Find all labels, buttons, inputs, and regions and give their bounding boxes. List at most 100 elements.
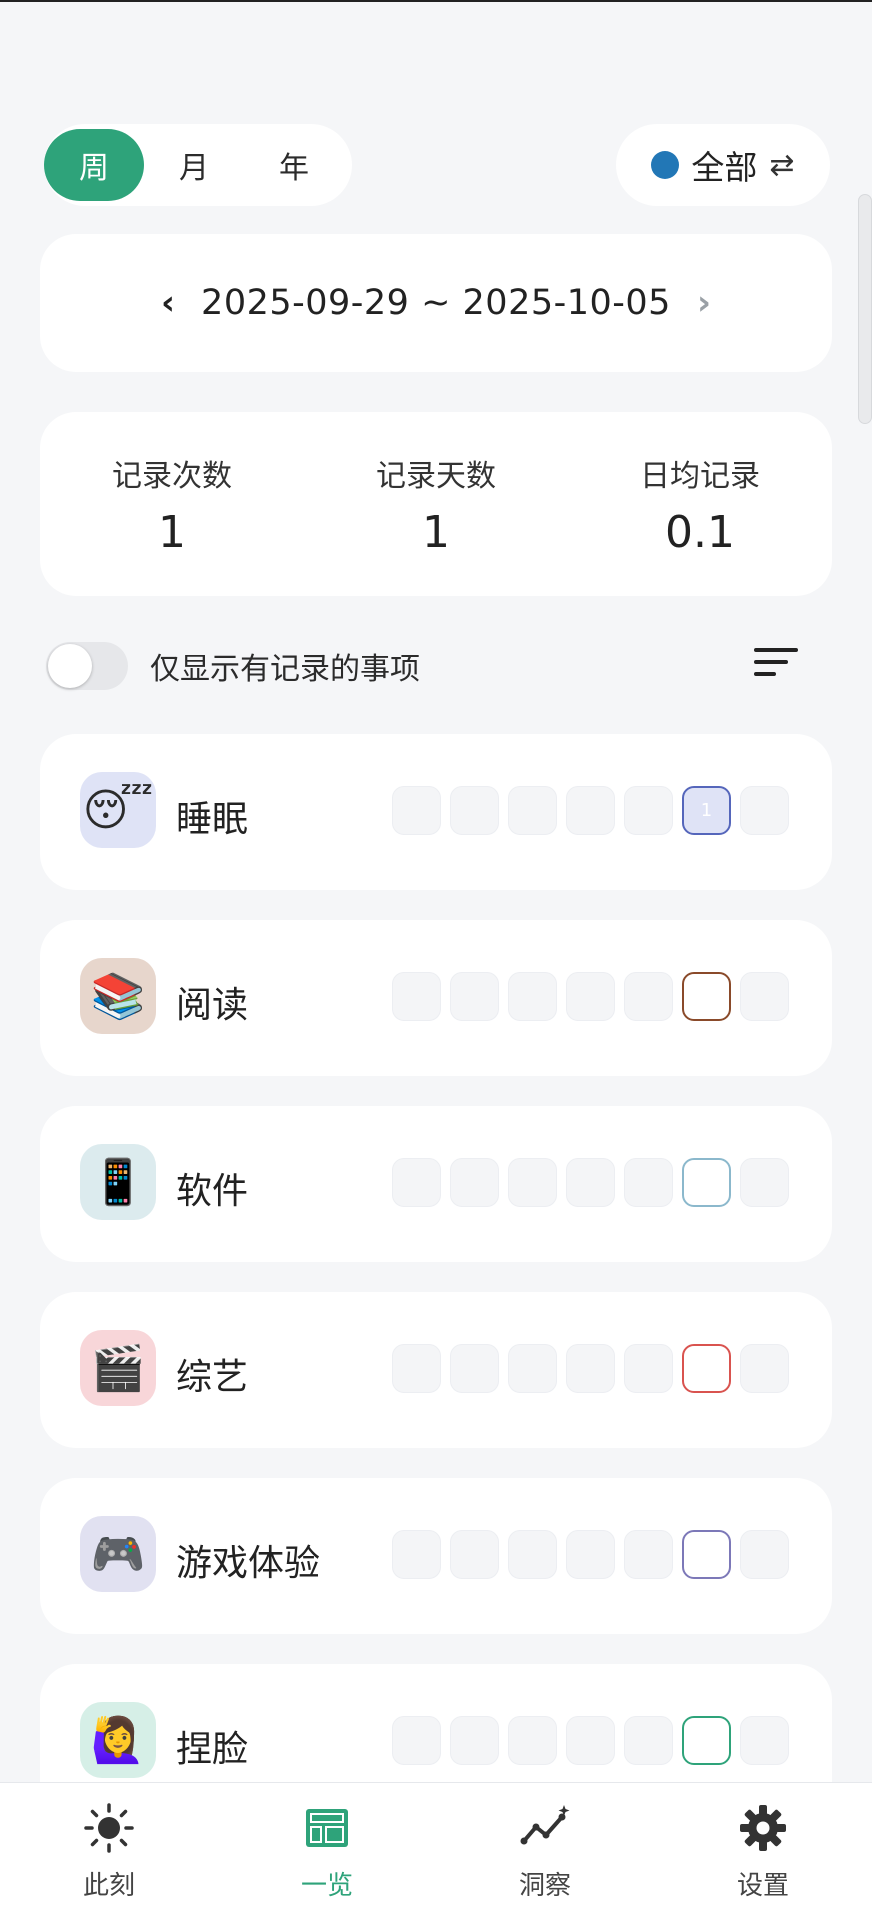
day-cell[interactable] bbox=[682, 1344, 731, 1393]
item-name: 阅读 bbox=[176, 985, 249, 1026]
day-cell[interactable] bbox=[508, 1158, 557, 1207]
item-emoji-icon: 🎮 bbox=[80, 1516, 156, 1592]
nav-now[interactable]: 此刻 bbox=[29, 1801, 189, 1902]
period-week[interactable]: 周 bbox=[44, 129, 144, 201]
day-cell[interactable] bbox=[508, 1344, 557, 1393]
stat-label: 日均记录 bbox=[640, 458, 760, 494]
gear-icon bbox=[740, 1805, 786, 1851]
item-name: 综艺 bbox=[176, 1357, 249, 1398]
day-cell[interactable] bbox=[508, 972, 557, 1021]
day-cell[interactable] bbox=[740, 1716, 789, 1765]
filter-color-dot bbox=[651, 151, 680, 179]
item-row[interactable]: 📱 软件 bbox=[40, 1106, 832, 1262]
sort-icon[interactable] bbox=[754, 648, 798, 682]
day-cell[interactable] bbox=[392, 1530, 441, 1579]
day-cell[interactable] bbox=[740, 786, 789, 835]
day-cell[interactable] bbox=[740, 1158, 789, 1207]
day-cell[interactable] bbox=[682, 972, 731, 1021]
day-cell[interactable] bbox=[624, 1344, 673, 1393]
day-cell[interactable]: 1 bbox=[682, 786, 731, 835]
day-cell[interactable] bbox=[392, 1716, 441, 1765]
stat-daily-average: 日均记录 0.1 bbox=[590, 451, 810, 558]
day-cell[interactable] bbox=[566, 1158, 615, 1207]
item-list: 😴 睡眠 1 📚 阅读 📱 软件 🎬 综艺 🎮 游戏体验 🙋‍♀️ 捏脸 bbox=[40, 734, 832, 1850]
item-emoji-icon: 📱 bbox=[80, 1144, 156, 1220]
stat-record-days: 记录天数 1 bbox=[326, 451, 546, 558]
stat-value: 1 bbox=[158, 506, 186, 558]
day-cell[interactable] bbox=[566, 972, 615, 1021]
item-emoji-icon: 🎬 bbox=[80, 1330, 156, 1406]
stat-record-count: 记录次数 1 bbox=[62, 451, 282, 558]
day-cell[interactable] bbox=[624, 1716, 673, 1765]
day-cell[interactable] bbox=[392, 1344, 441, 1393]
item-emoji-icon: 📚 bbox=[80, 958, 156, 1034]
toggle-label: 仅显示有记录的事项 bbox=[150, 652, 420, 687]
day-cell[interactable] bbox=[392, 972, 441, 1021]
period-month[interactable]: 月 bbox=[144, 129, 244, 201]
day-cell[interactable] bbox=[682, 1530, 731, 1579]
nav-insight[interactable]: 洞察 bbox=[465, 1801, 625, 1902]
day-cell[interactable] bbox=[508, 1530, 557, 1579]
dashboard-icon bbox=[306, 1809, 348, 1847]
top-edge-line bbox=[0, 0, 872, 2]
nav-overview[interactable]: 一览 bbox=[247, 1801, 407, 1902]
filter-label: 全部 bbox=[691, 148, 758, 187]
stat-label: 记录天数 bbox=[376, 458, 496, 494]
period-selector: 周 月 年 bbox=[44, 124, 352, 206]
day-cell[interactable] bbox=[740, 1530, 789, 1579]
insight-trend-icon bbox=[520, 1805, 570, 1845]
day-cell[interactable] bbox=[624, 972, 673, 1021]
show-recorded-only-toggle[interactable] bbox=[46, 642, 128, 690]
day-cell[interactable] bbox=[450, 972, 499, 1021]
day-cell[interactable] bbox=[566, 1716, 615, 1765]
week-day-cells bbox=[392, 1716, 789, 1765]
show-recorded-only-row: 仅显示有记录的事项 bbox=[46, 640, 826, 692]
scrollbar-thumb[interactable] bbox=[858, 194, 872, 424]
nav-label: 此刻 bbox=[82, 1871, 135, 1901]
day-cell[interactable] bbox=[392, 1158, 441, 1207]
period-year[interactable]: 年 bbox=[244, 129, 344, 201]
item-name: 软件 bbox=[176, 1171, 249, 1212]
prev-week-chevron-icon[interactable]: ‹ bbox=[161, 283, 175, 323]
date-range-card: ‹ 2025-09-29 ~ 2025-10-05 › bbox=[40, 234, 832, 372]
day-cell[interactable] bbox=[624, 1530, 673, 1579]
day-cell[interactable] bbox=[566, 1344, 615, 1393]
day-cell[interactable] bbox=[682, 1716, 731, 1765]
item-name: 捏脸 bbox=[176, 1729, 249, 1770]
day-cell[interactable] bbox=[450, 1344, 499, 1393]
day-cell[interactable] bbox=[508, 1716, 557, 1765]
day-cell[interactable] bbox=[682, 1158, 731, 1207]
day-cell[interactable] bbox=[508, 786, 557, 835]
day-cell[interactable] bbox=[450, 786, 499, 835]
day-cell[interactable] bbox=[392, 786, 441, 835]
stat-value: 1 bbox=[422, 506, 450, 558]
day-cell[interactable] bbox=[450, 1530, 499, 1579]
stat-value: 0.1 bbox=[665, 506, 735, 558]
item-row[interactable]: 🎬 综艺 bbox=[40, 1292, 832, 1448]
day-cell[interactable] bbox=[624, 786, 673, 835]
day-cell[interactable] bbox=[740, 972, 789, 1021]
date-range-text: 2025-09-29 ~ 2025-10-05 bbox=[201, 283, 671, 323]
week-day-cells: 1 bbox=[392, 786, 789, 835]
category-filter-button[interactable]: 全部 ⇄ bbox=[616, 124, 830, 206]
toggle-knob bbox=[48, 644, 92, 688]
day-cell[interactable] bbox=[450, 1716, 499, 1765]
week-day-cells bbox=[392, 1530, 789, 1579]
item-row[interactable]: 📚 阅读 bbox=[40, 920, 832, 1076]
week-day-cells bbox=[392, 1344, 789, 1393]
day-cell[interactable] bbox=[740, 1344, 789, 1393]
nav-settings[interactable]: 设置 bbox=[683, 1801, 843, 1902]
bottom-navigation: 此刻 一览 洞察 设置 bbox=[0, 1782, 872, 1920]
stats-card: 记录次数 1 记录天数 1 日均记录 0.1 bbox=[40, 412, 832, 596]
item-row[interactable]: 🎮 游戏体验 bbox=[40, 1478, 832, 1634]
nav-label: 一览 bbox=[300, 1871, 353, 1901]
day-cell[interactable] bbox=[624, 1158, 673, 1207]
sun-icon bbox=[84, 1803, 134, 1853]
day-cell[interactable] bbox=[566, 1530, 615, 1579]
nav-label: 设置 bbox=[736, 1871, 789, 1901]
day-cell[interactable] bbox=[450, 1158, 499, 1207]
day-cell[interactable] bbox=[566, 786, 615, 835]
item-row[interactable]: 😴 睡眠 1 bbox=[40, 734, 832, 890]
item-name: 睡眠 bbox=[176, 799, 249, 840]
next-week-chevron-icon[interactable]: › bbox=[697, 283, 711, 323]
